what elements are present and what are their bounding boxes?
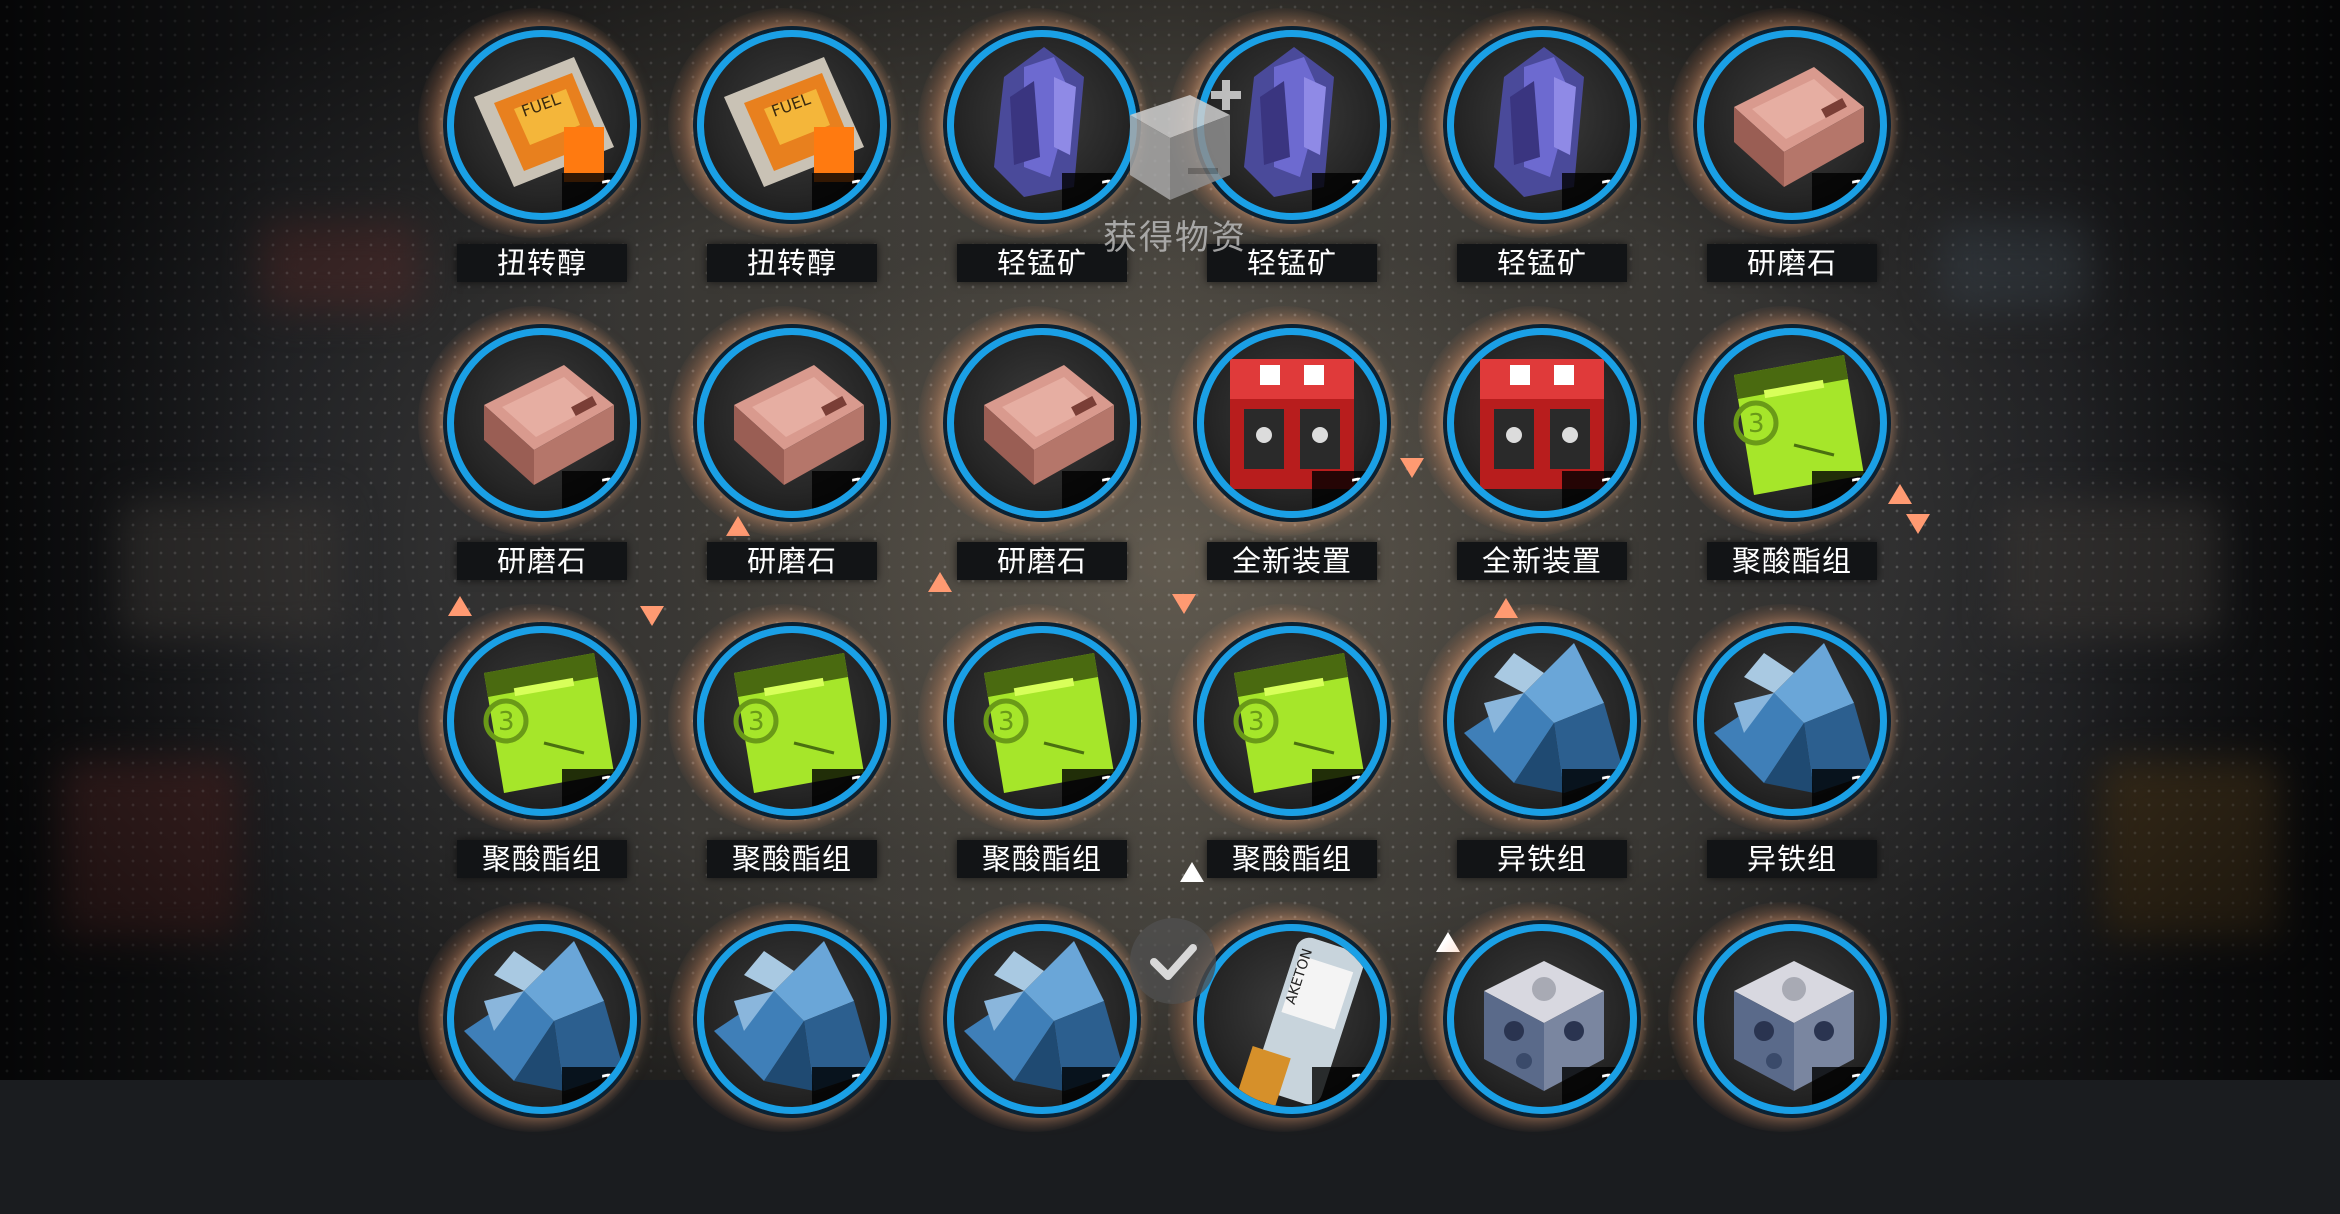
reward-item[interactable]: 3 1 聚酸酯组 (1668, 306, 1910, 618)
reward-item[interactable]: 3 1 聚酸酯组 (1168, 604, 1410, 916)
reward-item[interactable]: 1 (418, 902, 660, 1214)
reward-item[interactable]: 1 异铁组 (1418, 604, 1660, 916)
item-count: 1 (562, 769, 630, 809)
item-count: 1 (812, 173, 880, 213)
item-count: 1 (1312, 173, 1380, 213)
item-name: 聚酸酯组 (707, 840, 877, 878)
item-count: 1 (812, 1067, 880, 1107)
item-name: 异铁组 (1457, 840, 1627, 878)
item-name: 扭转醇 (457, 244, 627, 282)
item-icon-frame: 1 (447, 328, 637, 518)
item-icon-frame: 1 (697, 924, 887, 1114)
item-icon-frame: 1 (947, 924, 1137, 1114)
reward-item[interactable]: 1 研磨石 (668, 306, 910, 618)
reward-item[interactable]: 1 (1668, 902, 1910, 1214)
reward-item[interactable]: 1 (918, 902, 1160, 1214)
item-name: 研磨石 (707, 542, 877, 580)
reward-item[interactable]: FUEL 1 扭转醇 (668, 8, 910, 320)
item-name: 聚酸酯组 (457, 840, 627, 878)
reward-item[interactable]: 1 全新装置 (1168, 306, 1410, 618)
item-icon-frame: 1 (1697, 30, 1887, 220)
acquired-header: 获得物资 (1090, 70, 1260, 260)
reward-item[interactable]: 1 全新装置 (1418, 306, 1660, 618)
item-name: 聚酸酯组 (1207, 840, 1377, 878)
item-name: 轻锰矿 (1457, 244, 1627, 282)
item-count: 1 (1312, 769, 1380, 809)
item-count: 1 (562, 471, 630, 511)
item-icon-frame: 3 1 (1697, 328, 1887, 518)
svg-text:3: 3 (1248, 707, 1265, 737)
item-count: 1 (1812, 471, 1880, 511)
reward-item[interactable]: 1 (1418, 902, 1660, 1214)
item-icon-frame: 1 (1447, 626, 1637, 816)
page-title: 获得物资 (1103, 218, 1247, 258)
item-name: 研磨石 (1707, 244, 1877, 282)
item-count: 1 (1562, 1067, 1630, 1107)
svg-text:3: 3 (1748, 409, 1765, 439)
item-icon-frame: 1 (1197, 328, 1387, 518)
item-name: 全新装置 (1457, 542, 1627, 580)
item-icon-frame: 1 (447, 924, 637, 1114)
reward-item[interactable]: AKETON 1 (1168, 902, 1410, 1214)
item-icon-frame: AKETON 1 (1197, 924, 1387, 1114)
item-icon-frame: FUEL 1 (447, 30, 637, 220)
check-icon (1150, 944, 1197, 980)
item-icon-frame: 1 (1447, 328, 1637, 518)
item-icon-frame: 1 (947, 328, 1137, 518)
item-count: 1 (562, 173, 630, 213)
item-icon-frame: 1 (1447, 30, 1637, 220)
item-icon-frame: 3 1 (447, 626, 637, 816)
item-count: 1 (812, 769, 880, 809)
item-name: 全新装置 (1207, 542, 1377, 580)
item-count: 1 (1062, 769, 1130, 809)
item-icon-frame: 3 1 (697, 626, 887, 816)
item-count: 1 (1312, 1067, 1380, 1107)
item-icon-frame: 3 1 (1197, 626, 1387, 816)
item-count: 1 (562, 1067, 630, 1107)
item-count: 1 (1812, 1067, 1880, 1107)
item-name: 聚酸酯组 (957, 840, 1127, 878)
svg-text:3: 3 (748, 707, 765, 737)
item-count: 1 (1562, 769, 1630, 809)
item-icon-frame: FUEL 1 (697, 30, 887, 220)
item-name: 异铁组 (1707, 840, 1877, 878)
item-name: 扭转醇 (707, 244, 877, 282)
item-count: 1 (1562, 471, 1630, 511)
item-icon-frame: 1 (697, 328, 887, 518)
reward-item[interactable]: 1 研磨石 (1668, 8, 1910, 320)
item-icon-frame: 1 (1447, 924, 1637, 1114)
item-name: 聚酸酯组 (1707, 542, 1877, 580)
reward-item[interactable]: 3 1 聚酸酯组 (918, 604, 1160, 916)
item-count: 1 (812, 471, 880, 511)
item-count: 1 (1812, 173, 1880, 213)
item-icon-frame: 3 1 (947, 626, 1137, 816)
box-plus-icon (1130, 80, 1241, 200)
item-icon-frame: 1 (1697, 626, 1887, 816)
item-count: 1 (1562, 173, 1630, 213)
item-icon-frame: 1 (1697, 924, 1887, 1114)
reward-item[interactable]: 3 1 聚酸酯组 (668, 604, 910, 916)
reward-item[interactable]: 3 1 聚酸酯组 (418, 604, 660, 916)
item-name: 研磨石 (957, 542, 1127, 580)
reward-item[interactable]: 1 (668, 902, 910, 1214)
svg-text:3: 3 (998, 707, 1015, 737)
item-count: 1 (1812, 769, 1880, 809)
confirm-button[interactable] (1130, 918, 1216, 1004)
svg-text:3: 3 (498, 707, 515, 737)
reward-item[interactable]: 1 研磨石 (918, 306, 1160, 618)
item-name: 研磨石 (457, 542, 627, 580)
reward-item[interactable]: 1 研磨石 (418, 306, 660, 618)
item-count: 1 (1062, 1067, 1130, 1107)
reward-item[interactable]: 1 轻锰矿 (1418, 8, 1660, 320)
item-count: 1 (1312, 471, 1380, 511)
item-count: 1 (1062, 471, 1130, 511)
reward-item[interactable]: FUEL 1 扭转醇 (418, 8, 660, 320)
reward-item[interactable]: 1 异铁组 (1668, 604, 1910, 916)
